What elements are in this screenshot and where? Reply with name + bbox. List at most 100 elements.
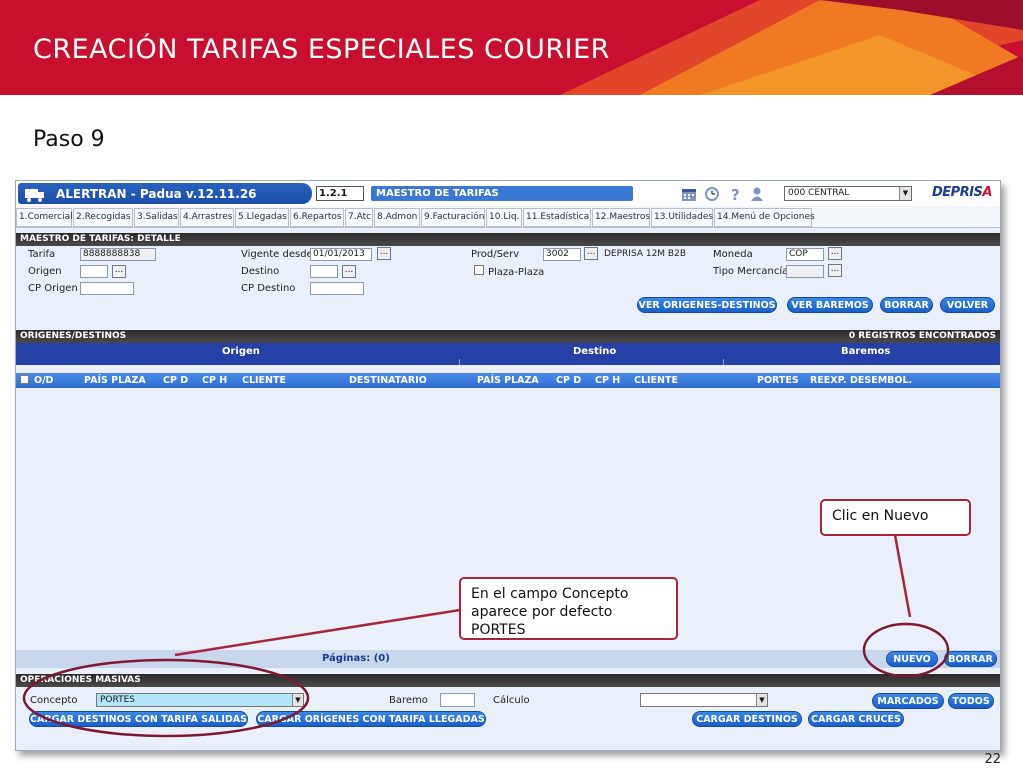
calculo-select[interactable]: ▼ bbox=[640, 693, 768, 707]
cargar-destinos-button[interactable]: CARGAR DESTINOS bbox=[692, 711, 802, 727]
tarifa-field[interactable]: 8888888838 bbox=[80, 248, 156, 261]
plaza-plaza-label: Plaza-Plaza bbox=[488, 267, 545, 278]
baremo-field[interactable] bbox=[440, 693, 475, 707]
group-origen: Origen bbox=[222, 346, 260, 357]
tipo-mercancia-label: Tipo Mercancía bbox=[713, 266, 789, 277]
moneda-lookup-button[interactable]: ... bbox=[828, 247, 842, 260]
destino-label: Destino bbox=[241, 266, 280, 277]
col-cliente-destino[interactable]: CLIENTE bbox=[634, 375, 678, 386]
tipo-mercancia-lookup-button[interactable]: ... bbox=[828, 264, 842, 277]
menu-salidas[interactable]: 3.Salidas bbox=[134, 208, 179, 227]
concepto-value: PORTES bbox=[100, 695, 136, 705]
help-icon[interactable]: ? bbox=[727, 186, 743, 202]
slide-title: CREACIÓN TARIFAS ESPECIALES COURIER bbox=[33, 34, 610, 65]
chevron-down-icon[interactable]: ▼ bbox=[756, 694, 767, 706]
borrar-button[interactable]: BORRAR bbox=[880, 297, 933, 313]
col-pais-plaza-origen[interactable]: PAÍS PLAZA bbox=[84, 375, 146, 386]
group-baremos: Baremos bbox=[841, 346, 891, 357]
col-cp-h-destino[interactable]: CP H bbox=[595, 375, 620, 386]
baremo-label: Baremo bbox=[389, 695, 428, 706]
menu-atc[interactable]: 7.Atc bbox=[345, 208, 373, 227]
logo-accent: A bbox=[982, 185, 992, 200]
module-title: MAESTRO DE TARIFAS bbox=[371, 186, 633, 201]
cp-origen-label: CP Origen bbox=[28, 283, 78, 294]
calendar-icon[interactable] bbox=[681, 186, 697, 202]
prodserv-field[interactable]: 3002 bbox=[543, 248, 581, 261]
moneda-label: Moneda bbox=[713, 249, 753, 260]
records-count: 0 REGISTROS ENCONTRADOS bbox=[848, 331, 996, 341]
col-cp-d-destino[interactable]: CP D bbox=[556, 375, 581, 386]
operaciones-masivas-section-bar: OPERACIONES MASIVAS bbox=[16, 674, 1000, 687]
grid-borrar-button[interactable]: BORRAR bbox=[944, 651, 997, 667]
title-bar: ALERTRAN - Padua v.12.11.26 1.2.1 MAESTR… bbox=[16, 181, 1000, 206]
ver-origenes-destinos-button[interactable]: VER ORIGENES-DESTINOS bbox=[637, 297, 777, 313]
cp-destino-label: CP Destino bbox=[241, 283, 296, 294]
alertran-window: ALERTRAN - Padua v.12.11.26 1.2.1 MAESTR… bbox=[15, 180, 1001, 751]
app-name: ALERTRAN - Padua v.12.11.26 bbox=[56, 187, 257, 201]
prodserv-lookup-button[interactable]: ... bbox=[584, 247, 598, 260]
origen-field[interactable] bbox=[80, 265, 108, 278]
col-desembol[interactable]: DESEMBOL. bbox=[850, 375, 912, 386]
callout-nuevo: Clic en Nuevo bbox=[820, 499, 971, 536]
cp-destino-field[interactable] bbox=[310, 282, 364, 295]
slide-header: CREACIÓN TARIFAS ESPECIALES COURIER bbox=[0, 0, 1023, 95]
col-destinatario[interactable]: DESTINATARIO bbox=[349, 375, 427, 386]
col-cliente-origen[interactable]: CLIENTE bbox=[242, 375, 286, 386]
menu-estadistica[interactable]: 11.Estadística bbox=[523, 208, 591, 227]
module-code-field[interactable]: 1.2.1 bbox=[316, 186, 364, 201]
menu-admon[interactable]: 8.Admon bbox=[374, 208, 420, 227]
destino-lookup-button[interactable]: ... bbox=[342, 265, 356, 278]
menu-facturacion[interactable]: 9.Facturación bbox=[421, 208, 485, 227]
col-od[interactable]: O/D bbox=[34, 375, 53, 386]
vigente-label: Vigente desde bbox=[241, 249, 313, 260]
menu-liq[interactable]: 10.Liq. bbox=[486, 208, 522, 227]
menu-utilidades[interactable]: 13.Utilidades bbox=[651, 208, 713, 227]
select-all-checkbox[interactable] bbox=[20, 375, 29, 384]
pager-bar: Páginas: (0) bbox=[16, 650, 1000, 668]
svg-text:?: ? bbox=[731, 186, 740, 202]
origen-label: Origen bbox=[28, 266, 62, 277]
center-select[interactable]: 000 CENTRAL ▼ bbox=[784, 186, 912, 201]
cp-origen-field[interactable] bbox=[80, 282, 134, 295]
col-cp-h-origen[interactable]: CP H bbox=[202, 375, 227, 386]
col-cp-d-origen[interactable]: CP D bbox=[163, 375, 188, 386]
user-icon[interactable] bbox=[749, 186, 765, 202]
nuevo-button[interactable]: NUEVO bbox=[886, 651, 938, 667]
origen-lookup-button[interactable]: ... bbox=[112, 265, 126, 278]
vigente-lookup-button[interactable]: ... bbox=[377, 247, 391, 260]
slide: CREACIÓN TARIFAS ESPECIALES COURIER Paso… bbox=[0, 0, 1023, 783]
prodserv-label: Prod/Serv bbox=[471, 249, 520, 260]
menu-comercial[interactable]: 1.Comercial bbox=[16, 208, 73, 227]
tipo-mercancia-field[interactable] bbox=[786, 265, 824, 278]
chevron-down-icon[interactable]: ▼ bbox=[292, 694, 303, 706]
plaza-plaza-checkbox[interactable] bbox=[474, 265, 484, 275]
calculo-label: Cálculo bbox=[493, 695, 530, 706]
col-reexp[interactable]: REEXP. bbox=[810, 375, 846, 386]
destino-field[interactable] bbox=[310, 265, 338, 278]
vigente-field[interactable]: 01/01/2013 bbox=[310, 248, 372, 261]
menu-arrastres[interactable]: 4.Arrastres bbox=[180, 208, 234, 227]
concepto-select[interactable]: PORTES ▼ bbox=[96, 693, 304, 707]
cargar-destinos-salidas-button[interactable]: CARGAR DESTINOS CON TARIFA SALIDAS bbox=[29, 711, 248, 727]
pages-label: Páginas: (0) bbox=[322, 653, 390, 664]
moneda-field[interactable]: COP bbox=[786, 248, 824, 261]
menu-llegadas[interactable]: 5.Llegadas bbox=[235, 208, 289, 227]
marcados-button[interactable]: MARCADOS bbox=[872, 693, 944, 709]
cargar-origenes-llegadas-button[interactable]: CARGAR ORÍGENES CON TARIFA LLEGADAS bbox=[256, 711, 486, 727]
cargar-cruces-button[interactable]: CARGAR CRUCES bbox=[808, 711, 904, 727]
group-separator bbox=[459, 359, 460, 365]
main-menu: 1.Comercial 2.Recogidas 3.Salidas 4.Arra… bbox=[16, 206, 1000, 228]
volver-button[interactable]: VOLVER bbox=[940, 297, 995, 313]
clock-icon[interactable] bbox=[704, 186, 720, 202]
grid-column-header: O/D PAÍS PLAZA CP D CP H CLIENTE DESTINA… bbox=[16, 373, 1000, 388]
detail-section-bar: MAESTRO DE TARIFAS: DETALLE bbox=[16, 233, 1000, 246]
chevron-down-icon[interactable]: ▼ bbox=[899, 187, 911, 200]
menu-repartos[interactable]: 6.Repartos bbox=[290, 208, 344, 227]
menu-maestros[interactable]: 12.Maestros bbox=[592, 208, 650, 227]
todos-button[interactable]: TODOS bbox=[948, 693, 994, 709]
menu-opciones[interactable]: 14.Menú de Opciones bbox=[714, 208, 815, 227]
ver-baremos-button[interactable]: VER BAREMOS bbox=[787, 297, 873, 313]
col-pais-plaza-destino[interactable]: PAÍS PLAZA bbox=[477, 375, 539, 386]
col-portes[interactable]: PORTES bbox=[757, 375, 799, 386]
menu-recogidas[interactable]: 2.Recogidas bbox=[73, 208, 133, 227]
